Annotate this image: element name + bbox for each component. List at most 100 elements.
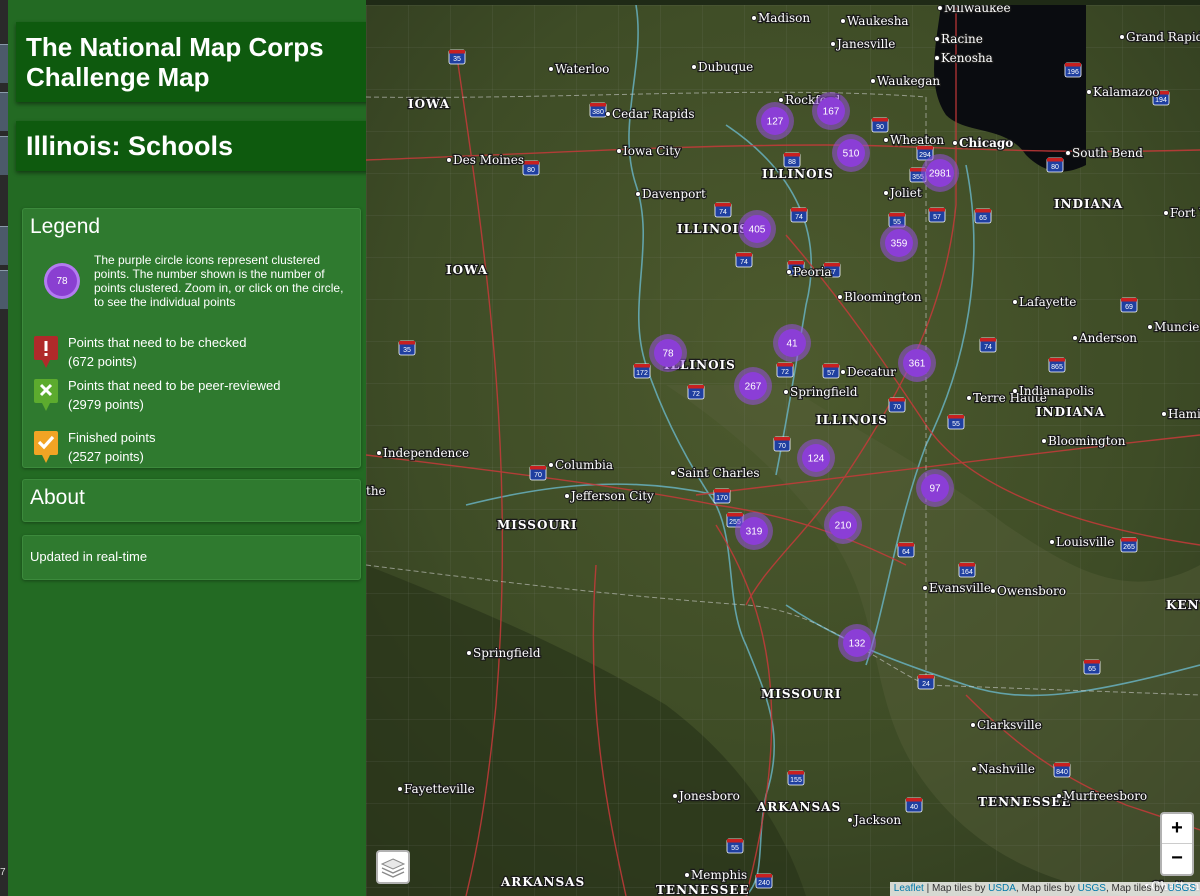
cluster-count: 361 bbox=[909, 359, 926, 370]
place-label: Bloomington bbox=[1048, 434, 1126, 448]
cluster-marker[interactable]: 361 bbox=[898, 344, 936, 382]
x-marker-icon bbox=[34, 379, 58, 411]
interstate-shield: 88 bbox=[783, 152, 801, 168]
place-label: Chicago bbox=[959, 136, 1013, 150]
layers-button[interactable] bbox=[376, 850, 410, 884]
place-label: Murfreesboro bbox=[1063, 789, 1147, 803]
svg-text:24: 24 bbox=[922, 681, 930, 688]
svg-text:240: 240 bbox=[758, 880, 770, 887]
cluster-count: 78 bbox=[662, 349, 674, 360]
about-panel[interactable]: About bbox=[22, 479, 361, 522]
map-canvas[interactable]: 3538080889074747439 575557 656935 748651727… bbox=[366, 5, 1200, 896]
svg-text:72: 72 bbox=[781, 369, 789, 376]
svg-text:88: 88 bbox=[788, 159, 796, 166]
cluster-marker[interactable]: 78 bbox=[649, 334, 687, 372]
svg-text:380: 380 bbox=[592, 109, 604, 116]
desktop-strip-button[interactable] bbox=[0, 44, 8, 83]
interstate-shield: 55 bbox=[947, 414, 965, 430]
city-dot bbox=[937, 5, 943, 11]
place-label: Fort Wayne bbox=[1170, 206, 1200, 220]
place-label: ARKANSAS bbox=[756, 800, 841, 814]
cluster-marker[interactable]: 2981 bbox=[921, 154, 959, 192]
city-dot bbox=[783, 389, 789, 395]
zoom-out-button[interactable]: − bbox=[1162, 844, 1192, 873]
city-dot bbox=[616, 148, 622, 154]
svg-text:172: 172 bbox=[636, 370, 648, 377]
place-label: Decatur bbox=[847, 365, 896, 379]
place-label: Dubuque bbox=[698, 60, 753, 74]
cluster-marker[interactable]: 132 bbox=[838, 624, 876, 662]
svg-text:70: 70 bbox=[778, 443, 786, 450]
about-title[interactable]: About bbox=[30, 486, 85, 510]
city-dot bbox=[1012, 388, 1018, 394]
city-dot bbox=[966, 395, 972, 401]
city-dot bbox=[376, 450, 382, 456]
place-label: Indianapolis bbox=[1019, 384, 1094, 398]
svg-text:155: 155 bbox=[790, 777, 802, 784]
city-dot bbox=[1056, 793, 1062, 799]
place-label: Saint Charles bbox=[677, 466, 759, 480]
cluster-marker[interactable]: 127 bbox=[756, 102, 794, 140]
desktop-strip: 7 bbox=[0, 0, 8, 896]
interstate-shield: 74 bbox=[714, 202, 732, 218]
page-title-line2: Challenge Map bbox=[26, 62, 210, 92]
svg-text:80: 80 bbox=[1051, 164, 1059, 171]
attribution-text: , Map tiles by bbox=[1015, 883, 1078, 894]
legend-item-text: Finished points (2527 points) bbox=[68, 428, 155, 466]
page-title: The National Map Corps Challenge Map bbox=[26, 32, 324, 92]
page-title-line1: The National Map Corps bbox=[26, 32, 324, 62]
legend-item-peer-review: Points that need to be peer-reviewed (29… bbox=[33, 376, 353, 416]
place-label: ILLINOIS bbox=[816, 413, 888, 427]
svg-text:57: 57 bbox=[933, 214, 941, 221]
interstate-shield: 840 bbox=[1053, 762, 1071, 778]
place-label: Wheaton bbox=[890, 133, 944, 147]
usgs-link[interactable]: USGS bbox=[1168, 883, 1196, 894]
desktop-strip-button[interactable] bbox=[0, 270, 8, 309]
zoom-in-button[interactable]: + bbox=[1162, 814, 1192, 844]
legend-title: Legend bbox=[30, 215, 101, 238]
cluster-example-icon: 78 bbox=[44, 263, 80, 299]
cluster-marker[interactable]: 167 bbox=[812, 92, 850, 130]
desktop-strip-button[interactable] bbox=[0, 136, 8, 175]
interstate-shield: 80 bbox=[522, 160, 540, 176]
leaflet-link[interactable]: Leaflet bbox=[894, 883, 924, 894]
cluster-marker[interactable]: 124 bbox=[797, 439, 835, 477]
cluster-marker[interactable]: 210 bbox=[824, 506, 862, 544]
cluster-marker[interactable]: 359 bbox=[880, 224, 918, 262]
city-dot bbox=[922, 585, 928, 591]
city-dot bbox=[1147, 324, 1153, 330]
cluster-marker[interactable]: 97 bbox=[916, 469, 954, 507]
desktop-strip-button[interactable] bbox=[0, 92, 8, 131]
cluster-marker[interactable]: 405 bbox=[738, 210, 776, 248]
place-label: Springfield bbox=[473, 646, 541, 660]
city-dot bbox=[1041, 438, 1047, 444]
place-label: Springfield bbox=[790, 385, 858, 399]
svg-text:72: 72 bbox=[692, 391, 700, 398]
map[interactable]: 35 380 80 88 90 74 74 74 39 57 55 57 65 69 35 74 865 172 7… bbox=[366, 5, 1200, 896]
cluster-marker[interactable]: 319 bbox=[735, 512, 773, 550]
cluster-count: 510 bbox=[843, 149, 860, 160]
legend-item-text: Points that need to be peer-reviewed (29… bbox=[68, 376, 280, 414]
svg-text:80: 80 bbox=[527, 167, 535, 174]
place-label: Waukegan bbox=[877, 74, 940, 88]
cluster-marker[interactable]: 267 bbox=[734, 367, 772, 405]
interstate-shield: 865 bbox=[1048, 357, 1066, 373]
city-dot bbox=[446, 157, 452, 163]
city-dot bbox=[635, 191, 641, 197]
svg-text:65: 65 bbox=[979, 215, 987, 222]
city-dot bbox=[1065, 150, 1071, 156]
place-label: Muncie bbox=[1154, 320, 1199, 334]
svg-text:70: 70 bbox=[534, 472, 542, 479]
place-label: Cedar Rapids bbox=[612, 107, 695, 121]
interstate-shield: 64 bbox=[897, 542, 915, 558]
cluster-count: 127 bbox=[767, 117, 784, 128]
cluster-marker[interactable]: 41 bbox=[773, 324, 811, 362]
usda-link[interactable]: USDA bbox=[988, 883, 1016, 894]
interstate-shield: 172 bbox=[633, 363, 651, 379]
desktop-strip-button[interactable] bbox=[0, 226, 8, 265]
usgs-link[interactable]: USGS bbox=[1078, 883, 1106, 894]
place-label: Racine bbox=[941, 32, 983, 46]
place-label: Waterloo bbox=[555, 62, 609, 76]
legend-item-label: Points that need to be peer-reviewed bbox=[68, 378, 281, 393]
cluster-marker[interactable]: 510 bbox=[832, 134, 870, 172]
